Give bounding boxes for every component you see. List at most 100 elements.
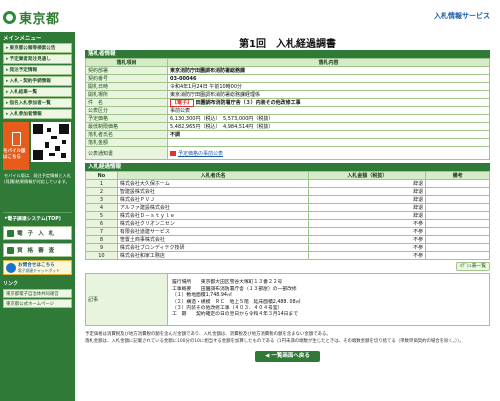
table-row: 最低制限価格 5,482,965円（税込） 4,984,514円（税抜） xyxy=(85,122,490,131)
table-row: 公表区分 事前公表 xyxy=(85,106,490,115)
row-value: 【電子】 田園調布消防署庁舎（３）内装その他改修工事 xyxy=(167,98,490,107)
sidebar-item-sankasha[interactable]: ▸ 入札参加者情報 xyxy=(3,109,72,119)
bid-amount: 辞退 xyxy=(308,179,427,188)
sidebar-item-label: 入札参加者情報 xyxy=(9,112,42,117)
mobile-version-button[interactable]: モバイル版はこちら xyxy=(3,122,29,170)
sidebar-item-hatchu[interactable]: ▸ 発注予定情報 xyxy=(3,65,72,75)
menu-heading: メインメニュー xyxy=(3,36,42,42)
table-row: 6 株式会社クリオンニセン 不参 xyxy=(85,219,490,228)
electronic-bidding-button[interactable]: 電 子 入 札 xyxy=(3,226,72,240)
row-label: 落札者氏名 xyxy=(85,130,168,139)
bid-amount: 不参 xyxy=(308,235,427,244)
sidebar-link-label: 電子調達システム(TOP) xyxy=(7,216,61,222)
table-row: 落札者氏名 不調 xyxy=(85,130,490,139)
left-sidebar: メインメニュー ▸ 東京都公報等検索公告 ▸ 予定業者発注見通し ▸ 発注予定情報 ▸… xyxy=(0,32,75,401)
sidebar-item-koho[interactable]: ▸ 東京都公報等検索公告 xyxy=(3,43,72,53)
link-label: 東京都電子自治体共同運営 xyxy=(6,291,59,297)
row-no: 2 xyxy=(85,187,118,196)
main-content: 第1回 入札経過調書 落札者情報 落札項目 落札内容 契約部署 東京消防庁田園調布… xyxy=(85,32,490,362)
remark xyxy=(425,235,490,244)
row-no: 8 xyxy=(85,235,118,244)
row-label: 契約部署 xyxy=(85,66,168,75)
sidebar-item-mitoshi[interactable]: ▸ 予定業者発注見通し xyxy=(3,54,72,64)
row-no: 7 xyxy=(85,227,118,236)
sidebar-item-label: 予定業者発注見通し xyxy=(9,57,51,62)
row-no: 1 xyxy=(85,179,118,188)
logo-text: 東京都 xyxy=(19,12,60,27)
bid-amount: 辞退 xyxy=(308,187,427,196)
row-value: 事前公表 xyxy=(167,106,490,115)
row-value: 令和4年1月24日 午前10時00分 xyxy=(167,82,490,91)
row-label: 契約番号 xyxy=(85,74,168,83)
tokyo-logo[interactable]: 東京都 xyxy=(3,8,60,27)
bidder-name: 株式会社クリオンニセン xyxy=(116,219,310,228)
row-label: 件 名 xyxy=(85,98,168,107)
col-header-content: 落札内容 xyxy=(167,58,490,67)
row-label: 開札日時 xyxy=(85,82,168,91)
chatbot-subtitle: 電子調達チャットボット xyxy=(18,267,60,273)
computer-icon xyxy=(7,229,14,237)
chatbot-button[interactable]: お問合せはこちら 電子調達チャットボット xyxy=(3,260,72,275)
table-row: 10 株式会社和家工務店 不参 xyxy=(85,251,490,260)
back-row: ◀ 一覧画面へ戻る xyxy=(85,350,490,362)
table-row: 2 智建設株式会社 辞退 xyxy=(85,187,490,196)
project-name: 田園調布消防署庁舎（３）内装その他改修工事 xyxy=(195,100,301,106)
row-no: 6 xyxy=(85,219,118,228)
col-header-name: 入札者氏名 xyxy=(116,171,310,180)
row-label: 最低制限価格 xyxy=(85,122,168,131)
pdf-icon xyxy=(170,150,176,156)
link-kyodo[interactable]: 東京都電子自治体共同運営 xyxy=(3,289,72,298)
link-official[interactable]: 東京都公式ホームページ xyxy=(3,299,72,308)
bidder-name: 株式会社和家工務店 xyxy=(116,251,310,260)
mobile-promo: モバイル版はこちら xyxy=(3,122,72,170)
row-label: 予定価格 xyxy=(85,114,168,123)
remarks-label: 記事 xyxy=(85,273,168,326)
bidder-name: 株式会社ブロンディテク技研 xyxy=(116,243,310,252)
button-label: 電 子 入 札 xyxy=(17,231,56,237)
button-label: 資 格 審 査 xyxy=(17,248,56,254)
row-label: 開札場所 xyxy=(85,90,168,99)
table-row: 記事 履行場所 東京都大田区雪谷大塚町１３番２２号 工事概要 田園調布消防署庁舎… xyxy=(85,273,490,326)
table-row: 3 株式会社ＰＶＪ 辞退 xyxy=(85,195,490,204)
notice-link[interactable]: 予定価格の事前公表 xyxy=(178,151,223,157)
history-list-button[interactable]: ﾊﾃﾞｼｭ表一覧 xyxy=(455,262,490,271)
document-icon xyxy=(7,246,14,254)
remark xyxy=(425,219,490,228)
back-to-list-button[interactable]: ◀ 一覧画面へ戻る xyxy=(255,350,320,362)
arrow-right-icon: ▸ xyxy=(6,56,9,62)
table-row: 9 株式会社ブロンディテク技研 不参 xyxy=(85,243,490,252)
table-row: 7 有限会社道建サービス 不参 xyxy=(85,227,490,236)
bidder-name: 有限会社道建サービス xyxy=(116,227,310,236)
page-header: 東京都 入札情報サービス xyxy=(0,0,500,32)
bid-amount: 不参 xyxy=(308,243,427,252)
table-row: 開札場所 東京消防庁田園調布消防署総務課経理係 xyxy=(85,90,490,99)
links-heading: リンク xyxy=(3,281,19,287)
sidebar-link-top[interactable]: ▸ 電子調達システム(TOP) xyxy=(3,212,72,223)
table-row: 契約番号 03-00046 xyxy=(85,74,490,83)
row-value: 03-00046 xyxy=(167,74,490,83)
link-label: 東京都公式ホームページ xyxy=(6,301,55,307)
table-row: 1 株式会社大久保ホーム 辞退 xyxy=(85,179,490,188)
mobile-note: モバイル版は、発注予定情報と入札(見積)結果情報が対応しています。 xyxy=(4,173,72,185)
table-row: 件 名 【電子】 田園調布消防署庁舎（３）内装その他改修工事 xyxy=(85,98,490,107)
bid-amount: 辞退 xyxy=(308,203,427,212)
row-no: 9 xyxy=(85,243,118,252)
remark xyxy=(425,179,490,188)
bidder-name: アルファ建設株式会社 xyxy=(116,203,310,212)
table-row: 落札金額 xyxy=(85,138,490,147)
table-row: 開札日時 令和4年1月24日 午前10時00分 xyxy=(85,82,490,91)
sidebar-item-label: 発注予定情報 xyxy=(9,68,38,73)
sidebar-item-kekka[interactable]: ▸ 入札結果一覧 xyxy=(3,87,72,97)
table-row: 公表通知書 予定価格の事前公表 xyxy=(85,146,490,160)
sidebar-item-tetsuzuki[interactable]: ▸ 入札・契約手続情報 xyxy=(3,76,72,86)
arrow-right-icon: ▸ xyxy=(6,78,9,84)
remark xyxy=(425,187,490,196)
sidebar-item-shimei[interactable]: ▸ 指名入札参加者一覧 xyxy=(3,98,72,108)
tokyo-emblem-icon xyxy=(3,11,16,24)
qualification-button[interactable]: 資 格 審 査 xyxy=(3,243,72,257)
remarks-table: 記事 履行場所 東京都大田区雪谷大塚町１３番２２号 工事概要 田園調布消防署庁舎… xyxy=(85,273,490,326)
row-value: 東京消防庁田園調布消防署総務課経理係 xyxy=(167,90,490,99)
row-value: 6,130,300円（税込） 5,573,000円（税抜） xyxy=(167,114,490,123)
col-header-remark: 備考 xyxy=(425,171,490,180)
bid-info-heading: 落札者情報 xyxy=(85,50,490,58)
